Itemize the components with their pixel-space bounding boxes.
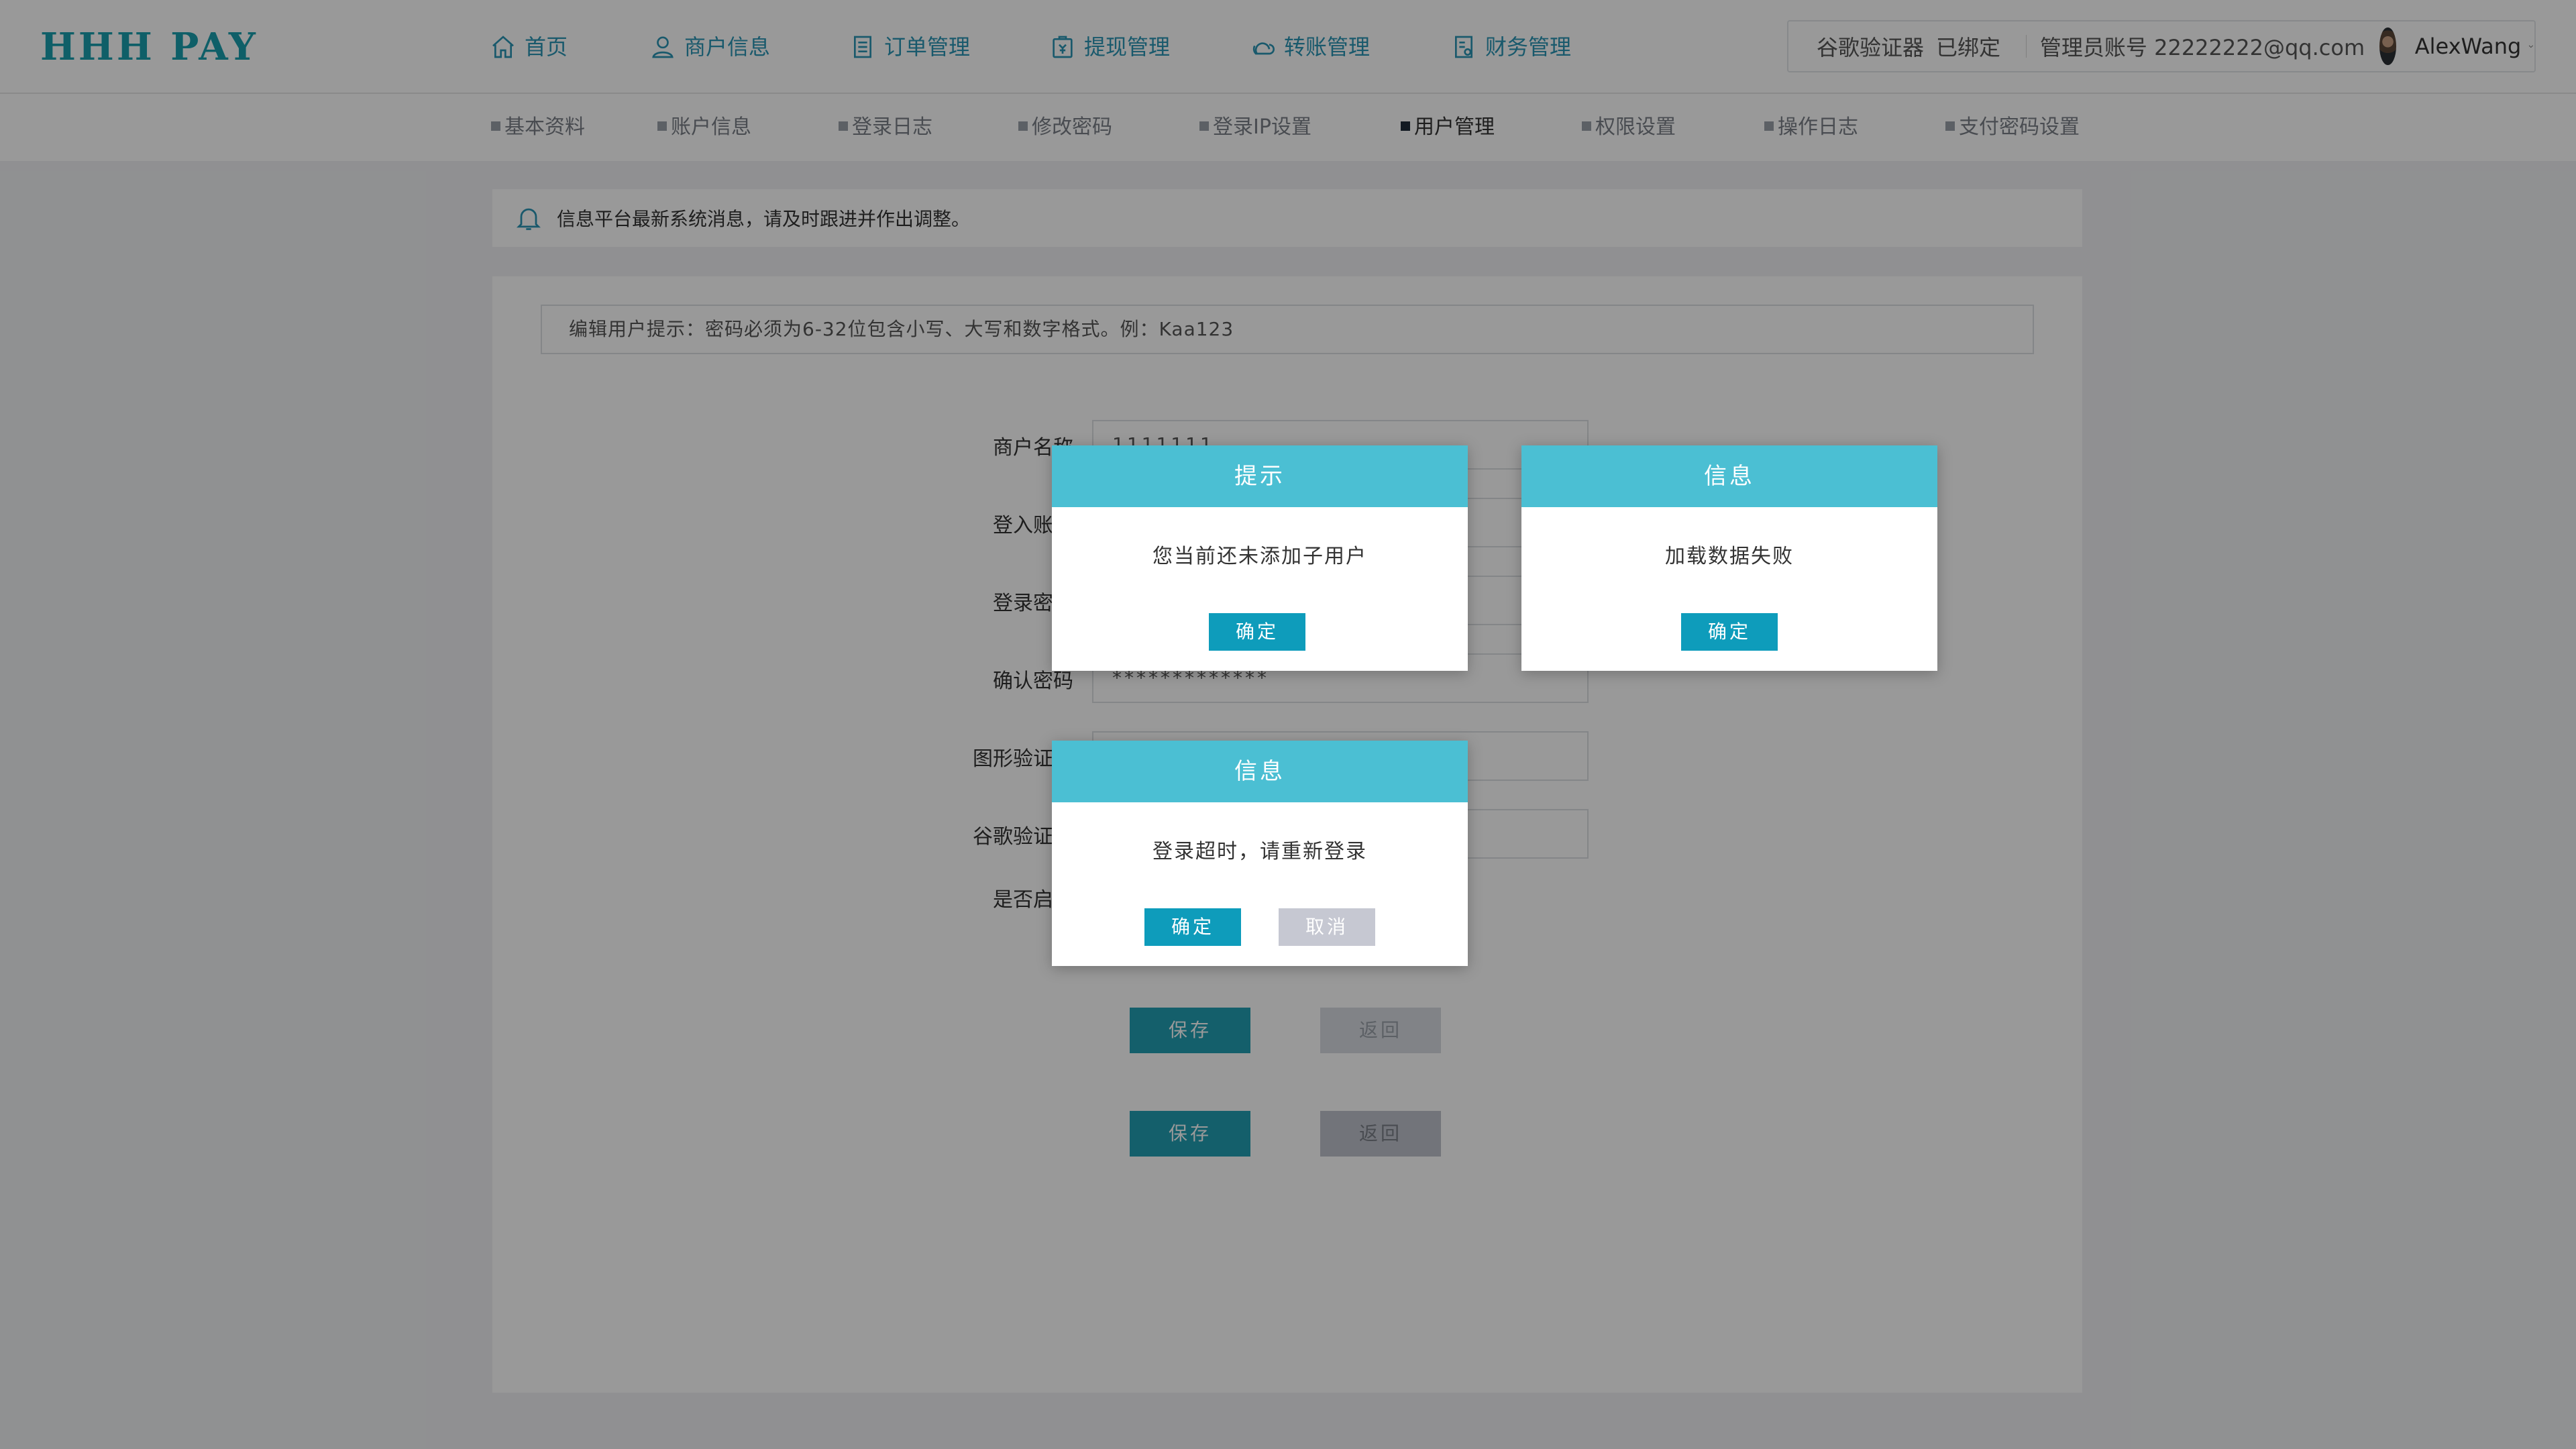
dialog-message: 加载数据失败 — [1665, 545, 1794, 568]
dialog-cancel-button[interactable]: 取消 — [1279, 908, 1375, 946]
dialog-title: 信息 — [1521, 445, 1937, 507]
dialog-title: 信息 — [1052, 741, 1468, 802]
modal-overlay[interactable] — [0, 0, 2576, 1449]
dialog-message: 登录超时，请重新登录 — [1152, 840, 1367, 863]
dialog-no-subuser: 提示 您当前还未添加子用户 确定 — [1052, 445, 1468, 671]
dialog-message: 您当前还未添加子用户 — [1152, 545, 1367, 568]
dialog-ok-button[interactable]: 确定 — [1144, 908, 1241, 946]
dialog-ok-button[interactable]: 确定 — [1681, 613, 1778, 651]
dialog-login-timeout: 信息 登录超时，请重新登录 确定 取消 — [1052, 741, 1468, 966]
dialog-title: 提示 — [1052, 445, 1468, 507]
dialog-load-failed: 信息 加载数据失败 确定 — [1521, 445, 1937, 671]
dialog-ok-button[interactable]: 确定 — [1209, 613, 1305, 651]
